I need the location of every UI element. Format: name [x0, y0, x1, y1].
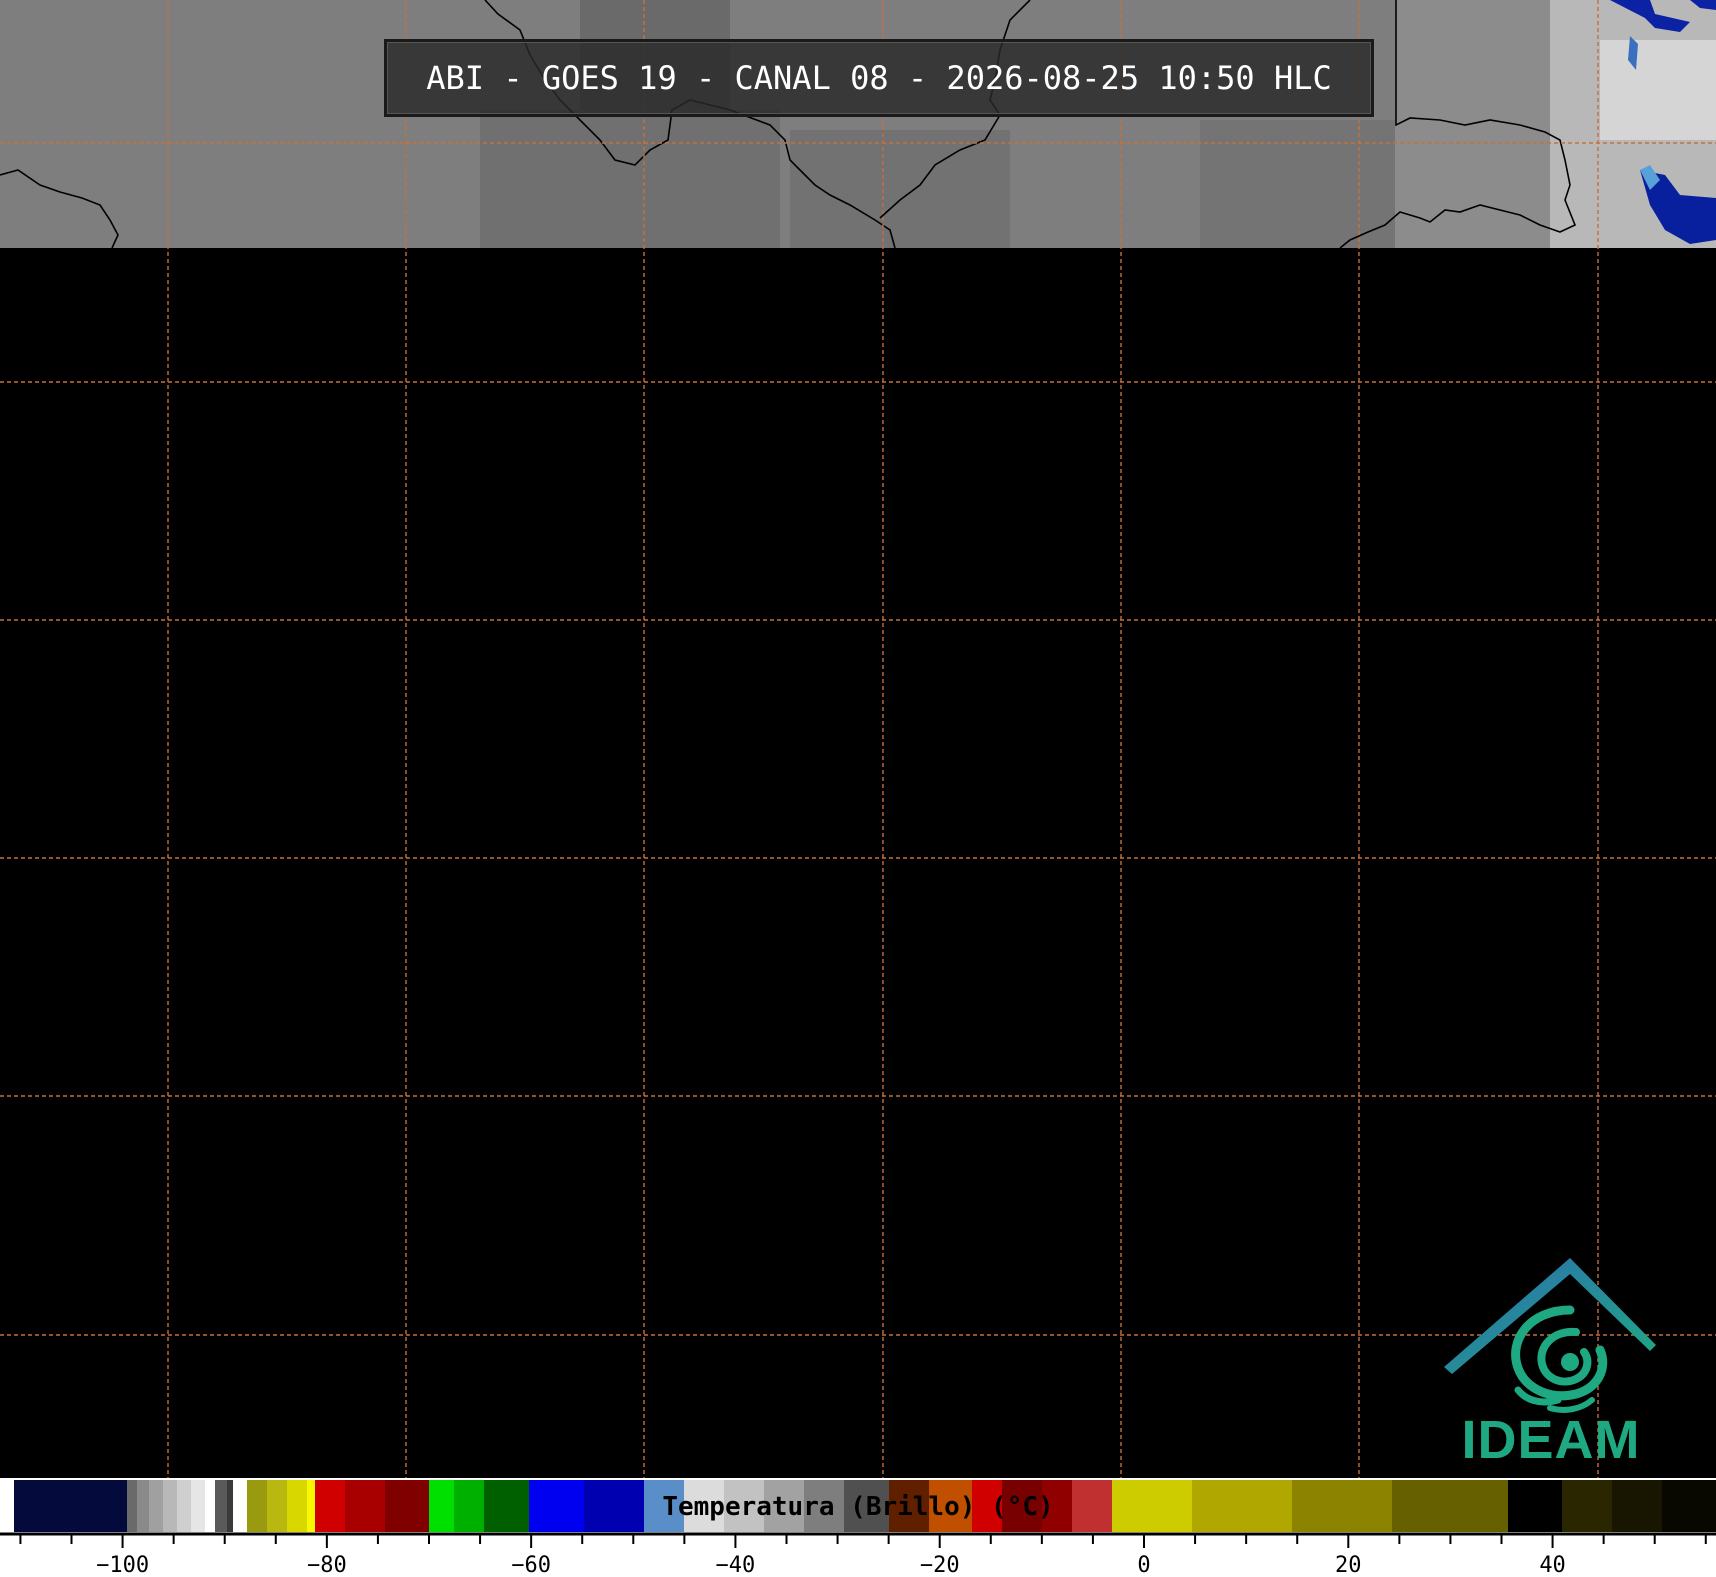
colorbar-segments: [0, 1480, 1716, 1532]
colorbar-tick-label: −20: [920, 1553, 960, 1577]
colorbar-tick-label: −40: [716, 1553, 756, 1577]
colorbar-tick-label: −80: [307, 1553, 347, 1577]
colorbar-tick-label: 40: [1539, 1553, 1566, 1577]
colorbar-tick-label: 20: [1335, 1553, 1362, 1577]
colorbar-svg: −100 −80 −60 −40 −20 0 20 40: [0, 1480, 1716, 1577]
colorbar-tick-labels: −100 −80 −60 −40 −20 0 20 40: [96, 1553, 1566, 1577]
colorbar-tick-label: −60: [511, 1553, 551, 1577]
ideam-logo-text: IDEAM: [1461, 1410, 1641, 1470]
colorbar-tick-label: 0: [1137, 1553, 1150, 1577]
satellite-map-view: ABI - GOES 19 - CANAL 08 - 2026-08-25 10…: [0, 0, 1716, 1577]
colorbar-ticks: [19, 1534, 1707, 1548]
colorbar-tick-label: −100: [96, 1553, 149, 1577]
image-title: ABI - GOES 19 - CANAL 08 - 2026-08-25 10…: [384, 39, 1374, 117]
temperature-colorbar: −100 −80 −60 −40 −20 0 20 40: [0, 1478, 1716, 1577]
